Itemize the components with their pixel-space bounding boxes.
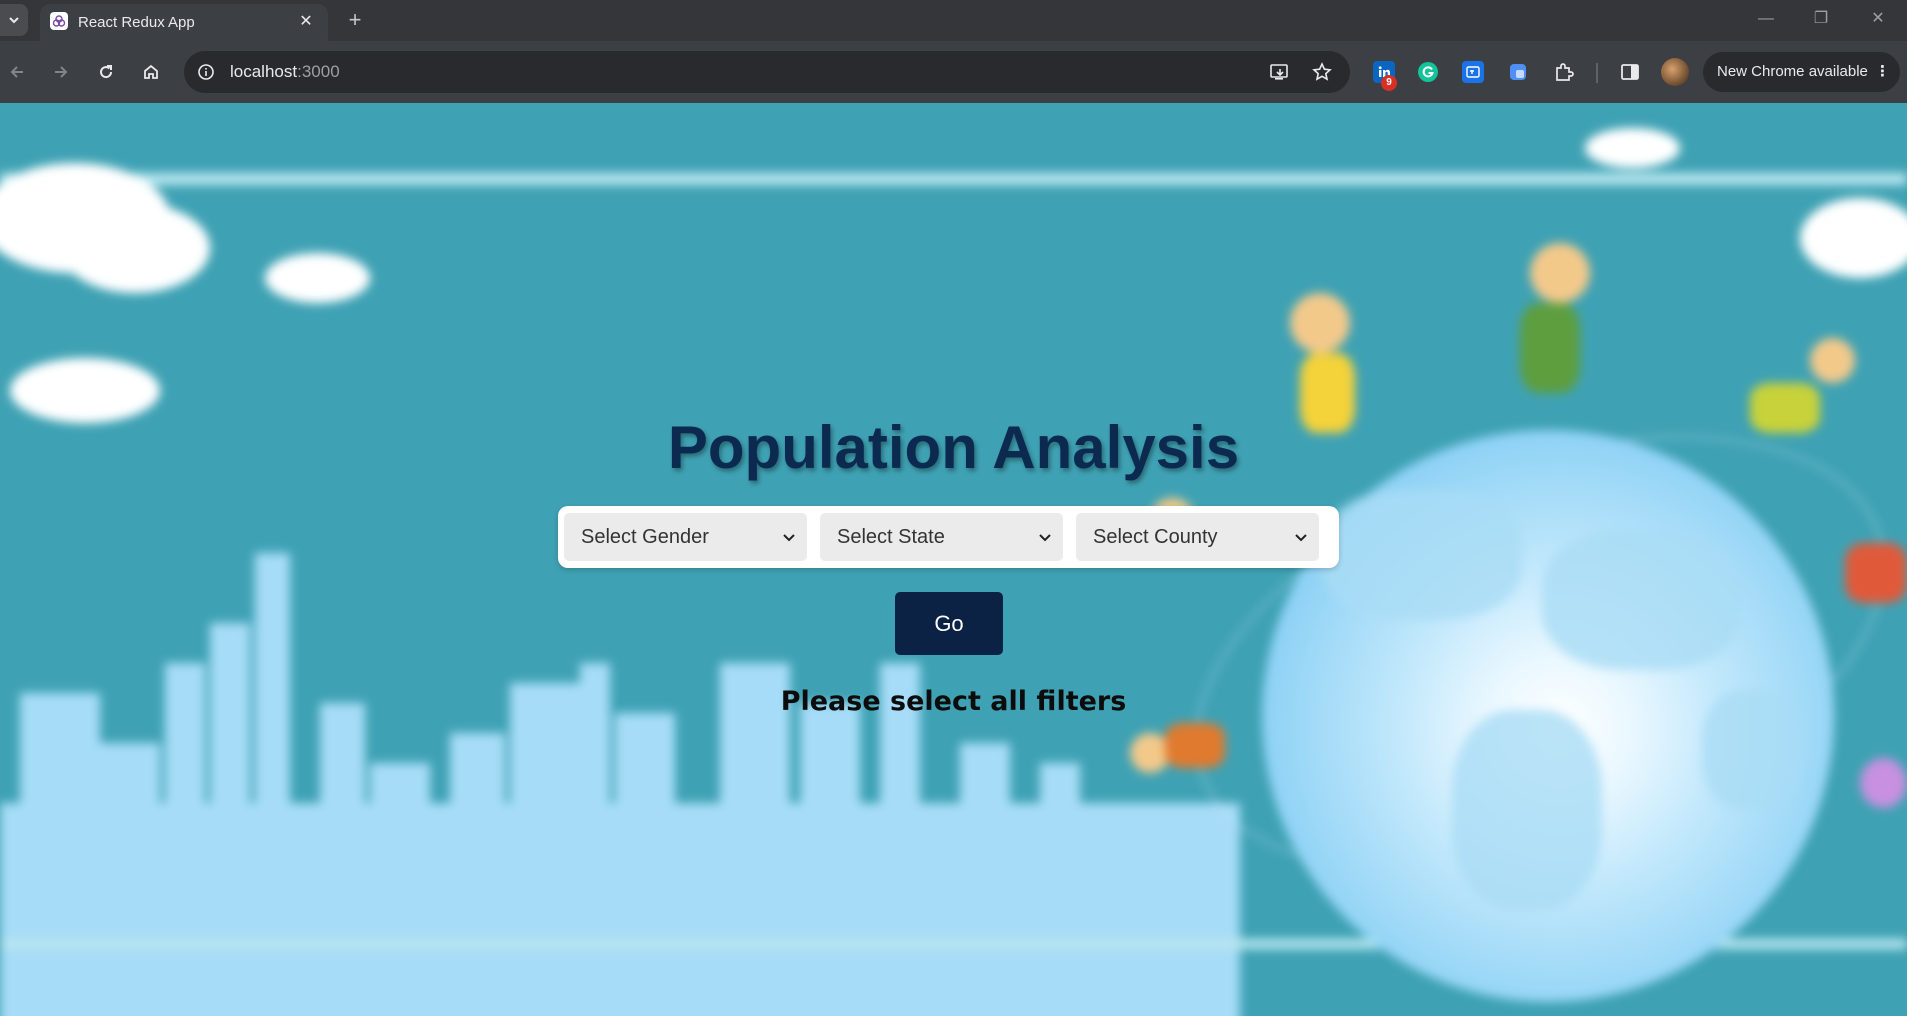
kid-illustration <box>1530 243 1590 303</box>
translate-extension-icon[interactable] <box>1462 61 1484 83</box>
continent <box>1452 710 1602 910</box>
state-select-value: Select State <box>837 526 945 548</box>
gender-select[interactable]: Select Gender <box>564 513 807 561</box>
cloud <box>265 253 370 303</box>
go-button[interactable]: Go <box>895 592 1003 655</box>
state-select[interactable]: Select State <box>820 513 1063 561</box>
site-info-icon[interactable] <box>196 62 216 82</box>
chevron-down-icon <box>1295 534 1307 542</box>
building <box>370 763 430 1003</box>
home-button[interactable] <box>136 57 166 87</box>
continent <box>1542 530 1742 670</box>
tab-search-button[interactable] <box>0 4 28 36</box>
puzzle-icon[interactable] <box>1553 61 1575 83</box>
building <box>255 553 290 1003</box>
building <box>615 713 675 1003</box>
forward-arrow-icon <box>55 66 68 78</box>
building <box>450 733 505 1003</box>
kid-illustration <box>1810 338 1855 383</box>
building <box>960 743 1010 1003</box>
star-icon[interactable] <box>1311 61 1333 83</box>
window-close-button[interactable]: ✕ <box>1858 6 1898 32</box>
building <box>100 743 160 1003</box>
building <box>800 703 860 1003</box>
react-redux-favicon <box>50 12 68 30</box>
address-bar[interactable]: localhost:3000 <box>184 51 1350 93</box>
kid-illustration <box>1520 303 1580 393</box>
page-viewport: Population Analysis Select Gender Select… <box>0 103 1907 1016</box>
kid-illustration <box>1845 543 1907 603</box>
restore-button[interactable]: ❐ <box>1801 6 1841 32</box>
back-arrow-icon <box>10 66 23 78</box>
home-icon <box>144 64 158 79</box>
reload-button[interactable] <box>91 57 121 87</box>
window-extension-icon[interactable] <box>1507 61 1529 83</box>
url-port: :3000 <box>297 62 340 81</box>
kid-illustration <box>1130 733 1170 773</box>
grammarly-extension-icon[interactable] <box>1417 61 1439 83</box>
chevron-down-icon <box>1039 534 1051 542</box>
kid-illustration <box>1290 293 1350 353</box>
filter-bar: Select Gender Select State Select County <box>558 506 1339 568</box>
cloud <box>60 203 210 293</box>
more-menu-icon[interactable]: ⋮ <box>1875 52 1890 92</box>
minimize-button[interactable]: — <box>1746 6 1786 32</box>
install-app-icon[interactable] <box>1269 61 1291 83</box>
chevron-down-icon <box>9 17 19 24</box>
building <box>320 703 365 1003</box>
tab-close-icon[interactable]: ✕ <box>296 12 316 32</box>
status-message: Please select all filters <box>780 686 1127 717</box>
building <box>1040 763 1080 1003</box>
update-chrome-chip[interactable]: New Chrome available ⋮ <box>1703 52 1900 92</box>
forward-button[interactable] <box>46 57 76 87</box>
update-chip-label: New Chrome available <box>1717 63 1868 80</box>
extension-badge: 9 <box>1381 75 1397 91</box>
new-tab-button[interactable]: + <box>342 8 368 34</box>
toolbar-separator <box>1596 63 1598 83</box>
cloud <box>1585 128 1680 168</box>
reload-icon <box>100 65 113 79</box>
back-button[interactable] <box>2 57 32 87</box>
sky-band <box>0 173 1907 185</box>
profile-avatar[interactable] <box>1661 58 1689 86</box>
chevron-down-icon <box>783 534 795 542</box>
county-select[interactable]: Select County <box>1076 513 1319 561</box>
side-panel-icon[interactable] <box>1619 61 1641 83</box>
county-select-value: Select County <box>1093 526 1218 548</box>
url-text: localhost:3000 <box>230 62 340 82</box>
kid-illustration <box>1165 723 1225 768</box>
browser-tab[interactable]: React Redux App ✕ <box>40 4 328 41</box>
cloud <box>1800 198 1907 278</box>
tab-title: React Redux App <box>78 14 195 31</box>
building <box>510 683 580 1003</box>
kid-illustration <box>1860 758 1907 808</box>
browser-toolbar: localhost:3000 9 New Chrome available ⋮ <box>0 41 1907 103</box>
page-title: Population Analysis <box>667 414 1240 481</box>
gender-select-value: Select Gender <box>581 526 709 548</box>
url-host: localhost <box>230 62 298 81</box>
browser-titlebar: React Redux App ✕ + — ❐ ✕ <box>0 0 1907 41</box>
continent <box>1322 490 1522 620</box>
